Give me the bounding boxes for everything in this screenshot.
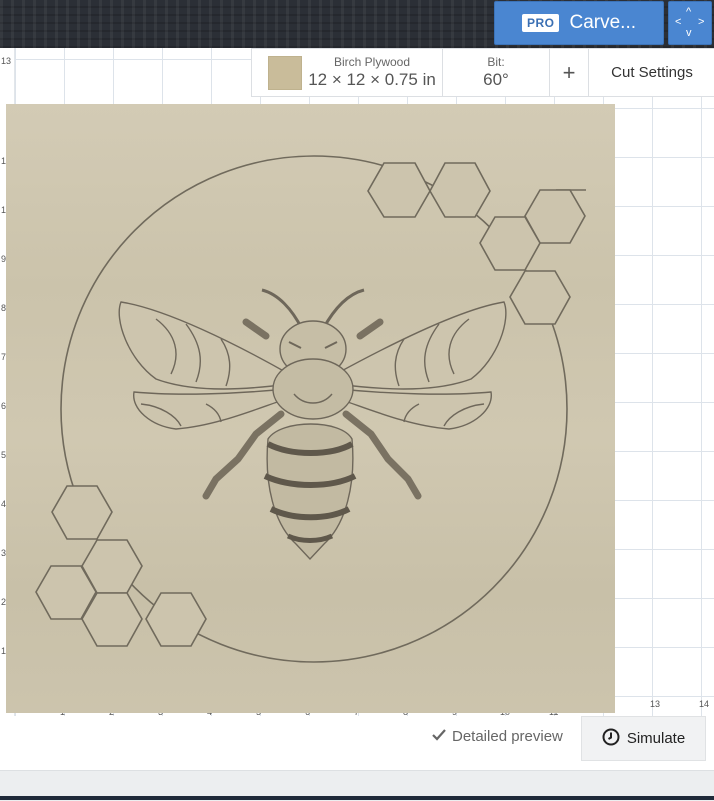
chevron-up-icon: ^ bbox=[686, 6, 692, 18]
detailed-preview-label: Detailed preview bbox=[452, 728, 563, 745]
detailed-preview-toggle[interactable]: Detailed preview bbox=[432, 728, 563, 745]
cut-settings-label: Cut Settings bbox=[611, 64, 693, 81]
chevron-right-icon: > bbox=[698, 16, 705, 28]
pro-badge: PRO bbox=[521, 14, 560, 32]
clock-icon bbox=[602, 728, 620, 750]
material-name: Birch Plywood bbox=[333, 55, 410, 69]
bit-value: 60° bbox=[483, 70, 509, 89]
material-swatch bbox=[268, 55, 303, 90]
carving-preview[interactable] bbox=[6, 104, 615, 713]
chevron-left-icon: < bbox=[675, 16, 682, 28]
add-bit-button[interactable]: + bbox=[550, 49, 589, 96]
simulate-button[interactable]: Simulate bbox=[581, 716, 706, 761]
carve-label: Carve... bbox=[569, 12, 637, 33]
ruler-label: 14 bbox=[699, 699, 710, 709]
material-dimensions: 12 × 12 × 0.75 in bbox=[308, 70, 436, 89]
material-panel: Birch Plywood 12 × 12 × 0.75 in Bit: 60°… bbox=[251, 48, 714, 97]
ruler-label: 13 bbox=[650, 699, 661, 709]
carve-button[interactable]: PRO Carve... bbox=[494, 1, 664, 45]
bit-selector[interactable]: Bit: 60° bbox=[443, 49, 550, 96]
plus-icon: + bbox=[562, 59, 576, 85]
material-selector[interactable]: Birch Plywood 12 × 12 × 0.75 in bbox=[252, 49, 443, 96]
bit-label: Bit: bbox=[487, 55, 505, 69]
check-icon bbox=[432, 728, 446, 745]
chevron-down-icon: v bbox=[686, 27, 692, 39]
simulate-label: Simulate bbox=[626, 730, 686, 747]
cut-settings-button[interactable]: Cut Settings bbox=[589, 49, 714, 96]
pan-navigation-button[interactable]: ^ < > v bbox=[668, 1, 712, 45]
ruler-label: 13 bbox=[1, 56, 12, 66]
footer-divider bbox=[0, 796, 714, 800]
